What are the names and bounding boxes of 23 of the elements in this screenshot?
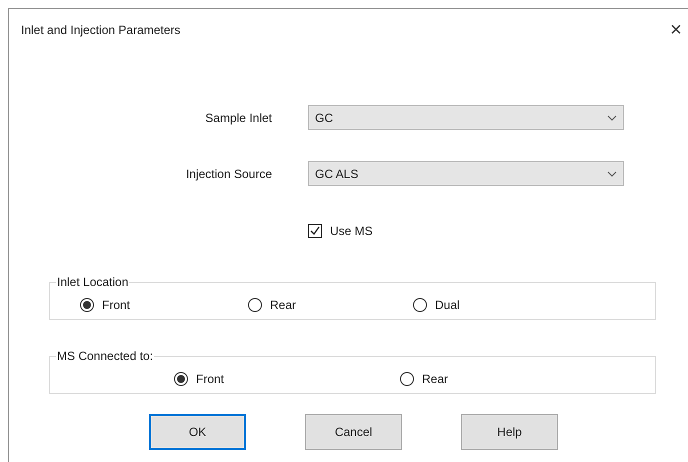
dialog-button[interactable]: Cancel	[305, 414, 402, 450]
close-button[interactable]: ×	[666, 20, 686, 40]
radio-button[interactable]	[174, 372, 188, 386]
radio-label: Rear	[422, 371, 448, 388]
field-label: Injection Source	[184, 166, 273, 182]
chevron-down-icon	[607, 114, 617, 120]
radio-label: Front	[102, 297, 130, 314]
radio-button[interactable]	[400, 372, 414, 386]
dropdown[interactable]: GC ALS	[308, 161, 624, 186]
dialog-button[interactable]: OK	[149, 414, 246, 450]
radio-label: Front	[196, 371, 224, 388]
radio-label: Rear	[270, 297, 296, 314]
radio-button[interactable]	[413, 298, 427, 312]
radio-label: Dual	[435, 297, 460, 314]
radio-button[interactable]	[248, 298, 262, 312]
checkbox-label: Use MS	[330, 223, 373, 240]
dialog-button[interactable]: Help	[461, 414, 558, 450]
dropdown[interactable]: GC	[308, 105, 624, 130]
use-ms-checkbox[interactable]	[308, 224, 322, 238]
radio-button[interactable]	[80, 298, 94, 312]
field-label: Sample Inlet	[204, 110, 273, 126]
chevron-down-icon	[607, 170, 617, 176]
window-title: Inlet and Injection Parameters	[21, 22, 182, 39]
